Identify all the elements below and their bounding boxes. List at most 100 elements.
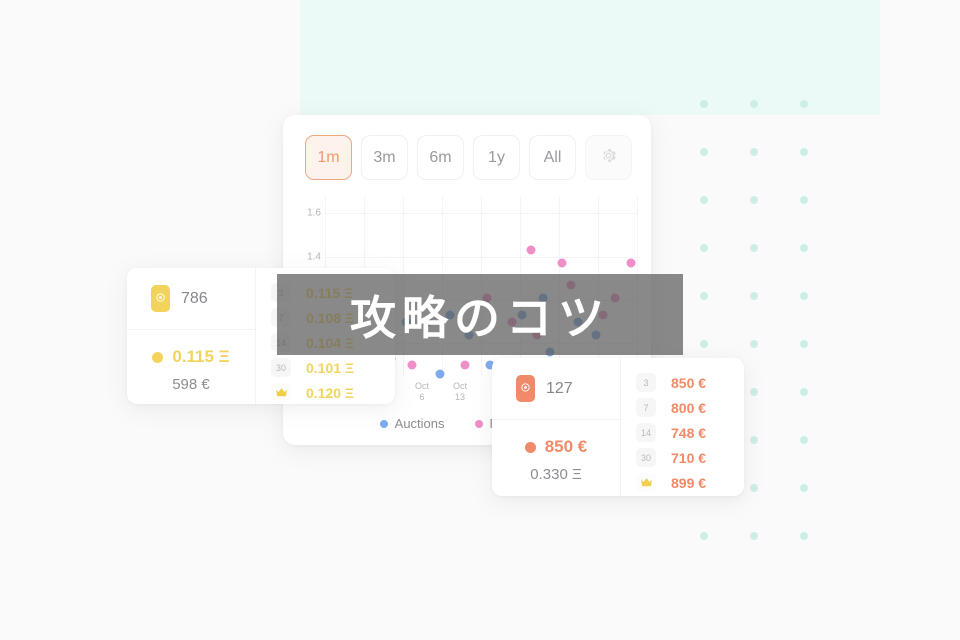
period-price-value: 850 € — [671, 374, 707, 391]
overlay-title: 攻略のコツ — [350, 290, 610, 345]
period-price-value: 748 € — [671, 424, 707, 441]
background-dot — [700, 244, 708, 252]
data-point — [526, 245, 536, 255]
background-blob-fill — [300, 0, 880, 115]
period-badge: 30 — [636, 448, 656, 467]
background-dot — [750, 484, 758, 492]
period-badge: 14 — [636, 423, 656, 442]
background-dot — [750, 292, 758, 300]
legend-color-dot — [379, 419, 388, 428]
period-badge: 7 — [636, 398, 656, 417]
background-dot — [750, 388, 758, 396]
background-dot — [750, 340, 758, 348]
primary-value-row: 850 € — [492, 437, 620, 457]
screenshot-stage: 1m3m6m1yAll 1.61.41.21.0 Sep30Oct6Oct13 … — [0, 0, 960, 640]
x-tick-day: 6 — [419, 392, 425, 403]
period-price-list: 3 850 € 7 800 € 14 748 € 30 710 € 899 € — [620, 358, 744, 496]
range-button-label: 1y — [488, 148, 505, 166]
background-dot — [800, 388, 808, 396]
period-price-row: 7 800 € — [621, 395, 744, 420]
x-axis-tick: Oct 6 — [407, 381, 437, 404]
background-dot — [750, 100, 758, 108]
background-dot — [800, 436, 808, 444]
y-axis-tick: 1.4 — [307, 251, 321, 263]
period-price-row: 30 710 € — [621, 445, 744, 470]
crown-icon — [271, 383, 291, 402]
background-dot — [700, 148, 708, 156]
background-dot — [700, 196, 708, 204]
value-bullet — [152, 351, 164, 363]
background-dot — [750, 532, 758, 540]
period-price-row: 899 € — [621, 470, 744, 495]
x-tick-month: Oct — [414, 381, 429, 391]
range-button-label: All — [543, 148, 562, 166]
period-price-value: 710 € — [671, 449, 707, 466]
token-count: 127 — [546, 379, 573, 397]
legend-item[interactable]: Auctions — [379, 416, 445, 431]
range-button-label: 1m — [317, 148, 340, 166]
secondary-value: 0.330 Ξ — [530, 466, 582, 483]
token-icon — [516, 375, 535, 402]
background-dot — [800, 148, 808, 156]
y-axis-tick: 1.6 — [307, 207, 321, 219]
background-dot — [750, 148, 758, 156]
token-glyph — [520, 380, 531, 398]
range-button-label: 6m — [429, 148, 452, 166]
background-dot — [750, 244, 758, 252]
period-price-row: 30 0.101 Ξ — [256, 355, 395, 380]
token-count: 786 — [181, 289, 208, 307]
data-point — [407, 360, 417, 370]
period-price-row: 3 850 € — [621, 370, 744, 395]
data-point — [626, 258, 636, 268]
crown-icon — [636, 473, 656, 492]
value-bullet — [524, 441, 536, 453]
token-header: 786 — [127, 268, 255, 330]
range-button-label: 3m — [373, 148, 396, 166]
token-glyph — [155, 290, 166, 308]
data-point — [460, 360, 470, 370]
background-dot — [700, 292, 708, 300]
settings-button[interactable] — [585, 135, 632, 180]
stat-values: 850 € 0.330 Ξ — [492, 420, 620, 483]
secondary-value: 598 € — [172, 376, 210, 393]
background-dot — [800, 292, 808, 300]
background-dot — [800, 484, 808, 492]
background-dot — [700, 100, 708, 108]
legend-label: Auctions — [394, 416, 445, 431]
primary-value-row: 0.115 Ξ — [127, 347, 255, 367]
period-price-value: 899 € — [671, 474, 707, 491]
public-offer-stat-card: 127 850 € 0.330 Ξ 3 850 € 7 800 € 14 748 € 30 7… — [492, 358, 744, 496]
background-dot — [750, 436, 758, 444]
primary-value: 0.115 Ξ — [172, 347, 230, 366]
period-badge: 3 — [636, 373, 656, 392]
background-dot — [700, 532, 708, 540]
period-price-value: 800 € — [671, 399, 707, 416]
background-dot — [700, 340, 708, 348]
stat-values: 0.115 Ξ 598 € — [127, 330, 255, 393]
background-dot — [800, 340, 808, 348]
token-icon — [151, 285, 170, 312]
stat-summary: 786 0.115 Ξ 598 € — [127, 268, 255, 404]
range-button-1y[interactable]: 1y — [473, 135, 520, 180]
range-button-1m[interactable]: 1m — [305, 135, 352, 180]
x-tick-month: Oct — [452, 381, 467, 391]
range-button-6m[interactable]: 6m — [417, 135, 464, 180]
background-dot — [800, 532, 808, 540]
token-header: 127 — [492, 358, 620, 420]
time-range-selector[interactable]: 1m 3m 6m 1y All — [283, 115, 651, 180]
x-tick-day: 13 — [454, 392, 465, 403]
legend-color-dot — [474, 419, 483, 428]
period-price-row: 14 748 € — [621, 420, 744, 445]
background-dot — [750, 196, 758, 204]
data-point — [557, 258, 567, 268]
stat-summary: 127 850 € 0.330 Ξ — [492, 358, 620, 496]
range-button-all[interactable]: All — [529, 135, 576, 180]
period-price-value: 0.101 Ξ — [306, 359, 354, 376]
background-dot — [800, 100, 808, 108]
range-button-3m[interactable]: 3m — [361, 135, 408, 180]
background-dot — [800, 244, 808, 252]
period-price-row: 0.120 Ξ — [256, 380, 395, 405]
x-axis-tick: Oct 13 — [445, 381, 475, 404]
primary-value: 850 € — [544, 437, 588, 456]
data-point — [435, 369, 445, 379]
